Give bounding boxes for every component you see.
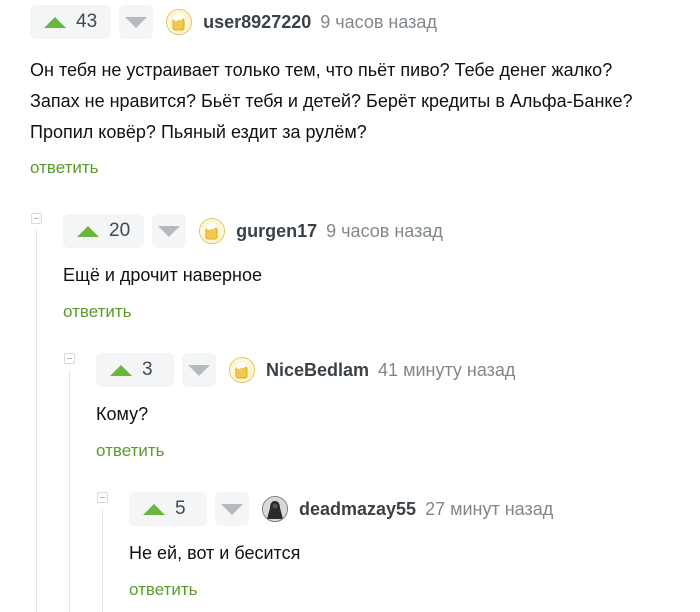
comment-text-line: Запах не нравится? Бьёт тебя и детей? Бе… (30, 91, 633, 111)
timestamp: 41 минуту назад (378, 359, 516, 380)
comment-header: 3 NiceBedlam 41 минуту назад (96, 353, 515, 387)
arrow-up-icon (77, 225, 99, 237)
username[interactable]: NiceBedlam (266, 360, 369, 381)
arrow-down-icon (125, 16, 148, 28)
collapse-thread-button[interactable] (97, 492, 108, 503)
timestamp: 27 минут назад (425, 498, 554, 519)
reply-link[interactable]: ответить (129, 580, 198, 600)
downvote-button[interactable] (119, 5, 154, 39)
upvote-button[interactable]: 43 (30, 5, 112, 39)
thread-line (102, 509, 103, 612)
downvote-button[interactable] (152, 214, 187, 248)
username[interactable]: gurgen17 (236, 221, 317, 242)
comment-text-line: Он тебя не устраивает только тем, что пь… (30, 60, 613, 80)
arrow-down-icon (158, 225, 181, 237)
reply-link[interactable]: ответить (30, 158, 99, 178)
timestamp: 9 часов назад (326, 220, 443, 241)
comment-text-line: Ещё и дрочит наверное (63, 265, 262, 285)
arrow-down-icon (221, 503, 243, 515)
reply-link[interactable]: ответить (63, 302, 132, 322)
avatar-default-icon[interactable] (166, 9, 193, 35)
comment: 20 gurgen17 9 часов назад Ещё и дрочит н… (63, 214, 443, 322)
arrow-up-icon (110, 364, 132, 376)
username[interactable]: deadmazay55 (299, 499, 416, 520)
rating-count: 20 (109, 220, 131, 241)
rating-count: 43 (76, 11, 98, 32)
avatar-default-icon[interactable] (229, 357, 255, 383)
comment-header: 43 user8927220 9 часов назад (30, 5, 632, 39)
comment-text-line: Кому? (96, 404, 149, 424)
comment-text-line: Не ей, вот и бесится (129, 543, 301, 563)
rating-count: 5 (175, 498, 186, 519)
comment-text-line: Пропил ковёр? Пьяный ездит за рулём? (30, 122, 367, 142)
reply-link[interactable]: ответить (96, 441, 165, 461)
upvote-button[interactable]: 20 (63, 214, 145, 248)
upvote-button[interactable]: 5 (129, 492, 207, 526)
username[interactable]: user8927220 (203, 12, 311, 33)
collapse-thread-button[interactable] (31, 213, 42, 224)
arrow-up-icon (44, 16, 66, 28)
comment-header: 5 deadmazay55 27 минут назад (129, 492, 553, 526)
arrow-down-icon (188, 364, 210, 376)
comment-header: 20 gurgen17 9 часов назад (63, 214, 443, 248)
comment-text: Ещё и дрочит наверное (63, 260, 443, 291)
comment-text: Кому? (96, 399, 515, 430)
avatar-default-icon[interactable] (199, 218, 226, 244)
comment-text: Он тебя не устраивает только тем, что пь… (30, 55, 632, 148)
comment: 3 NiceBedlam 41 минуту назад Кому? ответ… (96, 353, 515, 461)
rating-count: 3 (142, 359, 153, 380)
avatar-dark-figure-icon[interactable] (262, 496, 288, 522)
comment: 43 user8927220 9 часов назад Он тебя не … (30, 5, 632, 178)
downvote-button[interactable] (182, 353, 216, 387)
comment: 5 deadmazay55 27 минут назад Не ей, вот … (129, 492, 553, 600)
thread-line (36, 230, 37, 612)
collapse-thread-button[interactable] (64, 353, 75, 364)
timestamp: 9 часов назад (320, 11, 437, 32)
arrow-up-icon (143, 503, 165, 515)
thread-line (69, 370, 70, 612)
downvote-button[interactable] (215, 492, 249, 526)
upvote-button[interactable]: 3 (96, 353, 174, 387)
comment-text: Не ей, вот и бесится (129, 538, 553, 569)
